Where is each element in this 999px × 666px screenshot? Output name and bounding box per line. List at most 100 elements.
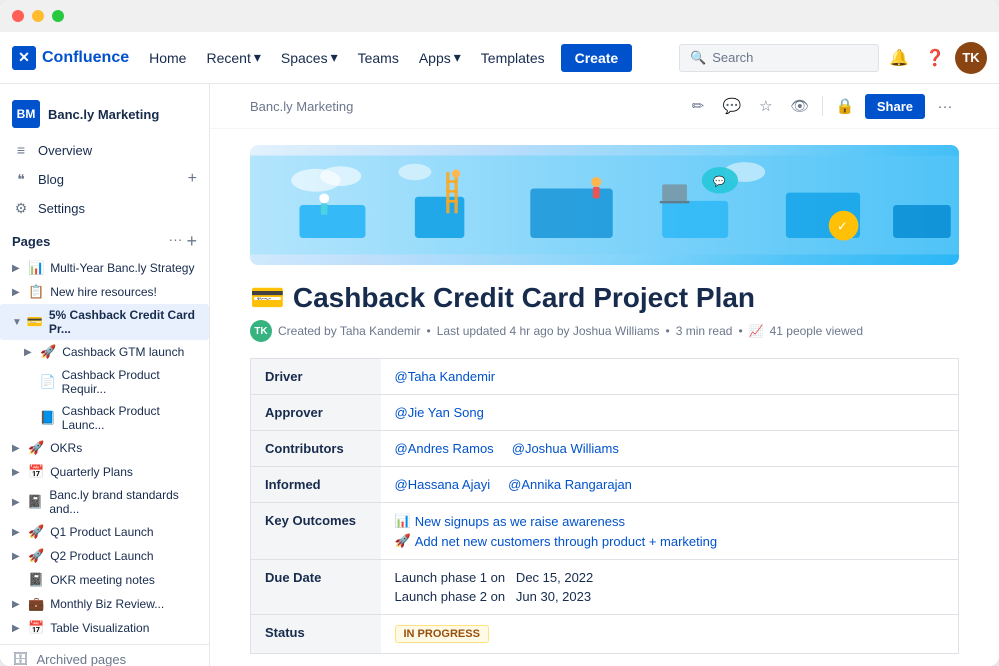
- pages-label: Pages: [12, 234, 50, 249]
- create-button[interactable]: Create: [561, 44, 633, 72]
- settings-icon: ⚙: [12, 200, 30, 217]
- info-table: Driver @Taha Kandemir Approver @Jie Yan …: [250, 358, 959, 654]
- content-toolbar: ✏ 💬 ☆ 👁 🔒 Share ···: [684, 92, 959, 120]
- page-label: Cashback Product Requir...: [62, 368, 201, 396]
- page-label: Monthly Biz Review...: [50, 597, 164, 611]
- edit-button[interactable]: ✏: [684, 92, 712, 120]
- key-outcomes-value: 📊 New signups as we raise awareness 🚀 Ad…: [381, 503, 959, 560]
- page-tree-item-9[interactable]: ▶ 🚀 Q1 Product Launch: [0, 520, 209, 544]
- status-value: IN PROGRESS: [381, 615, 959, 654]
- search-input[interactable]: 🔍 Search: [679, 44, 879, 72]
- page-tree-item-5[interactable]: 📘 Cashback Product Launc...: [0, 400, 209, 436]
- chevron-right-icon: ▶: [12, 263, 24, 274]
- space-name: Banc.ly Marketing: [48, 107, 159, 122]
- page-tree-item-3[interactable]: ▶ 🚀 Cashback GTM launch: [0, 340, 209, 364]
- chevron-down-icon: ▾: [454, 49, 461, 66]
- page-tree-item-10[interactable]: ▶ 🚀 Q2 Product Launch: [0, 544, 209, 568]
- chevron-down-icon: ▾: [254, 49, 261, 66]
- sidebar-overview[interactable]: ≡ Overview: [0, 136, 209, 164]
- minimize-button[interactable]: [32, 10, 44, 22]
- informed-label: Informed: [251, 467, 381, 503]
- phase1-date: Launch phase 1 on Dec 15, 2022: [395, 570, 945, 585]
- page-tree-item-6[interactable]: ▶ 🚀 OKRs: [0, 436, 209, 460]
- key-outcomes-label: Key Outcomes: [251, 503, 381, 560]
- nav-home[interactable]: Home: [141, 44, 194, 72]
- restrict-button[interactable]: 🔒: [831, 92, 859, 120]
- add-blog-icon[interactable]: +: [188, 170, 197, 188]
- more-button[interactable]: ···: [931, 92, 959, 120]
- page-tree-item-11[interactable]: 📓 OKR meeting notes: [0, 568, 209, 592]
- overview-label: Overview: [38, 143, 92, 158]
- outcome-link-2[interactable]: 🚀 Add net new customers through product …: [395, 533, 945, 549]
- archive-icon: 🗄: [12, 651, 29, 666]
- page-tree-item-2[interactable]: ▼ 💳 5% Cashback Credit Card Pr...: [0, 304, 209, 340]
- archived-pages[interactable]: 🗄 Archived pages: [0, 644, 209, 666]
- page-label: Banc.ly brand standards and...: [49, 488, 201, 516]
- app-window: ✕ Confluence Home Recent ▾ Spaces ▾ Team…: [0, 0, 999, 666]
- pages-more-icon[interactable]: ···: [168, 231, 182, 252]
- view-button[interactable]: 👁: [786, 92, 814, 120]
- page-tree-item-13[interactable]: ▶ 📅 Table Visualization: [0, 616, 209, 640]
- search-placeholder: Search: [712, 50, 753, 65]
- maximize-button[interactable]: [52, 10, 64, 22]
- pages-actions: ··· +: [168, 231, 197, 252]
- page-tree-item-12[interactable]: ▶ 💼 Monthly Biz Review...: [0, 592, 209, 616]
- table-row-driver: Driver @Taha Kandemir: [251, 359, 959, 395]
- share-button[interactable]: Share: [865, 94, 925, 119]
- page-label: Table Visualization: [50, 621, 149, 635]
- nav-icon-group: 🔔 ❓ TK: [883, 42, 987, 74]
- space-header[interactable]: BM Banc.ly Marketing: [0, 92, 209, 136]
- table-row-contributors: Contributors @Andres Ramos @Joshua Willi…: [251, 431, 959, 467]
- user-avatar[interactable]: TK: [955, 42, 987, 74]
- nav-teams[interactable]: Teams: [350, 44, 407, 72]
- sidebar-settings[interactable]: ⚙ Settings: [0, 194, 209, 223]
- informed-value: @Hassana Ajayi @Annika Rangarajan: [381, 467, 959, 503]
- page-title: 💳 Cashback Credit Card Project Plan: [250, 281, 959, 314]
- chevron-right-icon: ▶: [12, 287, 24, 298]
- page-label: Quarterly Plans: [50, 465, 133, 479]
- nav-apps[interactable]: Apps ▾: [411, 43, 469, 72]
- chevron-right-icon: ▶: [12, 551, 24, 562]
- help-button[interactable]: ❓: [919, 42, 951, 74]
- page-label: New hire resources!: [50, 285, 157, 299]
- chevron-right-icon: ▶: [12, 527, 24, 538]
- page-label: Q2 Product Launch: [50, 549, 153, 563]
- chevron-right-icon: ▶: [12, 623, 24, 634]
- page-tree-item-1[interactable]: ▶ 📋 New hire resources!: [0, 280, 209, 304]
- page-tree-item-7[interactable]: ▶ 📅 Quarterly Plans: [0, 460, 209, 484]
- outcome-link-1[interactable]: 📊 New signups as we raise awareness: [395, 513, 945, 529]
- page-tree-item-8[interactable]: ▶ 📓 Banc.ly brand standards and...: [0, 484, 209, 520]
- confluence-logo[interactable]: ✕ Confluence: [12, 46, 129, 70]
- search-icon: 🔍: [690, 50, 706, 66]
- content-area: Banc.ly Marketing ✏ 💬 ☆ 👁 🔒 Share ···: [210, 84, 999, 666]
- comment-button[interactable]: 💬: [718, 92, 746, 120]
- hero-illustration: 💬 ✓: [250, 145, 959, 265]
- contributors-label: Contributors: [251, 431, 381, 467]
- author-avatar: TK: [250, 320, 272, 342]
- page-tree-item-0[interactable]: ▶ 📊 Multi-Year Banc.ly Strategy: [0, 256, 209, 280]
- due-date-label: Due Date: [251, 560, 381, 615]
- table-row-informed: Informed @Hassana Ajayi @Annika Rangaraj…: [251, 467, 959, 503]
- nav-spaces[interactable]: Spaces ▾: [273, 43, 346, 72]
- chevron-right-icon: ▶: [12, 467, 24, 478]
- chevron-right-icon: ▶: [12, 599, 24, 610]
- page-label: OKR meeting notes: [50, 573, 155, 587]
- overview-icon: ≡: [12, 142, 30, 158]
- page-tree-item-4[interactable]: 📄 Cashback Product Requir...: [0, 364, 209, 400]
- meta-separator2: •: [666, 324, 670, 338]
- space-icon: BM: [12, 100, 40, 128]
- close-button[interactable]: [12, 10, 24, 22]
- status-label: Status: [251, 615, 381, 654]
- chevron-down-icon: ▾: [331, 49, 338, 66]
- nav-recent[interactable]: Recent ▾: [198, 43, 268, 72]
- content-header: Banc.ly Marketing ✏ 💬 ☆ 👁 🔒 Share ···: [210, 84, 999, 129]
- nav-templates[interactable]: Templates: [473, 44, 553, 72]
- table-row-status: Status IN PROGRESS: [251, 615, 959, 654]
- pages-add-icon[interactable]: +: [186, 231, 197, 252]
- sidebar-blog[interactable]: ❝ Blog +: [0, 164, 209, 194]
- title-bar: [0, 0, 999, 32]
- breadcrumb: Banc.ly Marketing: [250, 99, 353, 114]
- table-row-due-date: Due Date Launch phase 1 on Dec 15, 2022 …: [251, 560, 959, 615]
- notifications-button[interactable]: 🔔: [883, 42, 915, 74]
- star-button[interactable]: ☆: [752, 92, 780, 120]
